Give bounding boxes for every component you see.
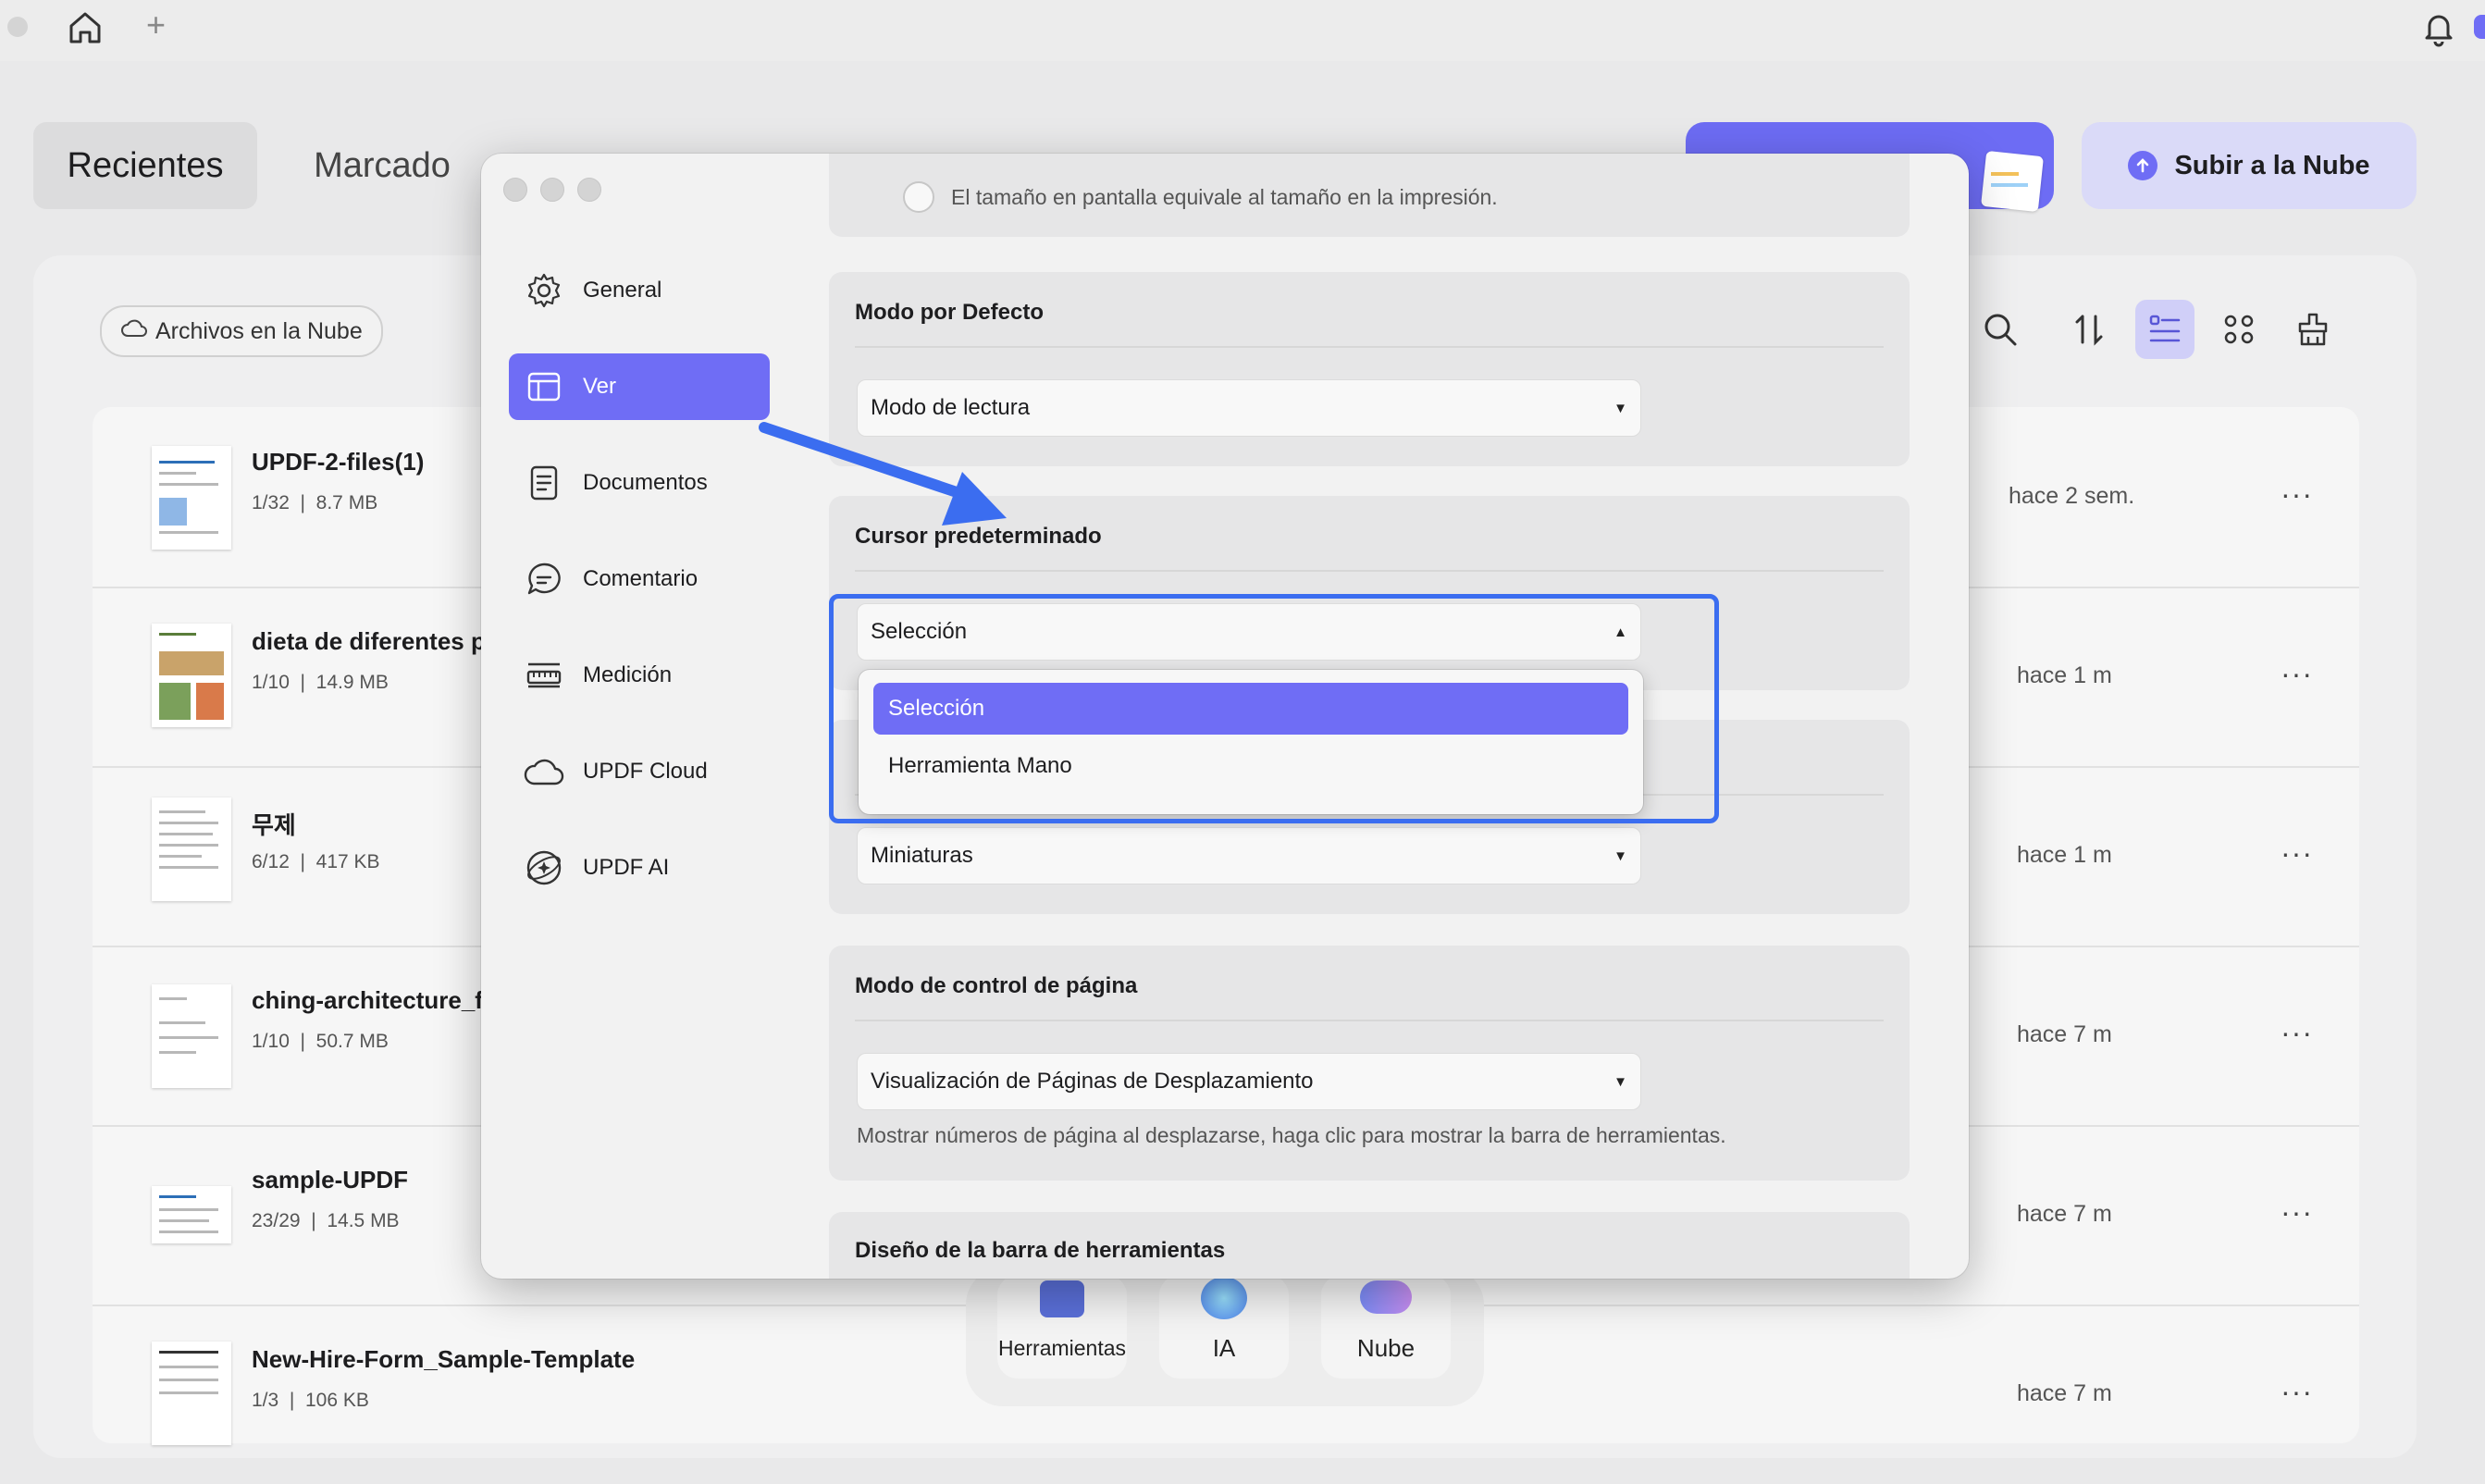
annotation-arrow	[759, 422, 1007, 526]
